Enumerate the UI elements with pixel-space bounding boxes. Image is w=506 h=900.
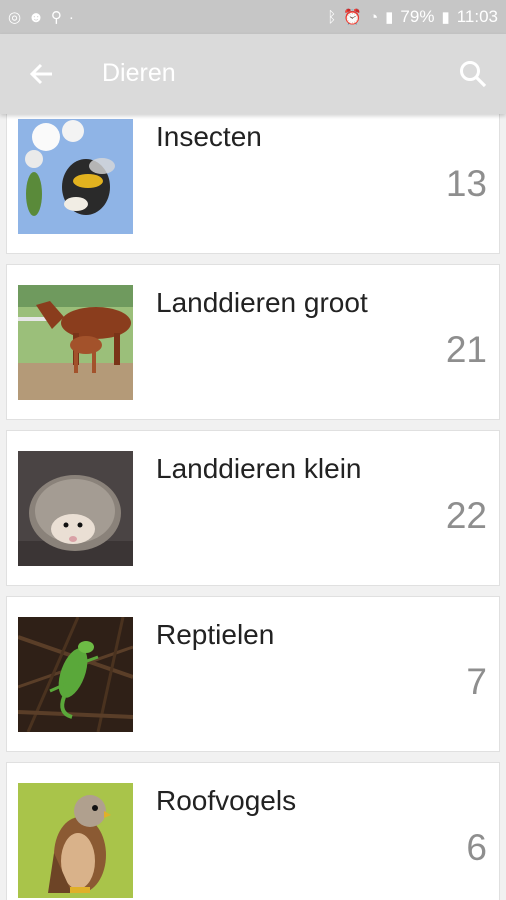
category-count: 6 — [466, 827, 487, 868]
category-count: 22 — [445, 495, 487, 536]
category-name: Roofvogels — [156, 785, 297, 816]
status-bar: ◎ ☻ ⚲ · ᛒ ⏰ ◔ ▮ 79% ▮ 11:03 — [0, 0, 506, 34]
category-name: Landdieren klein — [156, 453, 362, 484]
arrow-left-icon — [29, 63, 52, 85]
category-card-insecten[interactable]: Insecten 13 — [6, 114, 500, 254]
battery-icon: ▮ — [441, 8, 450, 26]
category-count: 7 — [466, 661, 487, 702]
category-card-landdieren-klein[interactable]: Landdieren klein 22 — [6, 430, 500, 586]
app-bar: Dieren — [0, 34, 506, 114]
category-card-landdieren-groot[interactable]: Landdieren groot 21 — [6, 264, 500, 420]
battery-percent: 79% — [400, 7, 435, 26]
category-thumbnail-chameleon — [18, 617, 133, 732]
status-right-icons: ᛒ ⏰ ◔ ▮ 79% ▮ 11:03 — [327, 7, 498, 27]
back-button[interactable] — [24, 56, 60, 92]
category-thumbnail-bee — [18, 119, 133, 234]
category-name: Insecten — [156, 121, 262, 152]
category-card-reptielen[interactable]: Reptielen 7 — [6, 596, 500, 752]
category-thumbnail-hedgehog — [18, 451, 133, 566]
wifi-icon: ◔ — [369, 8, 379, 26]
status-left-icons: ◎ ☻ ⚲ · — [8, 10, 74, 25]
signal-icon: ▮ — [385, 8, 394, 26]
category-list: Insecten 13 Landdieren groot 21 Landdier… — [0, 114, 506, 900]
bluetooth-icon: ᛒ — [327, 8, 337, 26]
alarm-icon: ⏰ — [343, 8, 363, 26]
settings-circle-icon: ◎ — [8, 8, 22, 26]
clock: 11:03 — [456, 7, 498, 26]
category-name: Landdieren groot — [156, 287, 368, 318]
category-count: 13 — [445, 163, 487, 204]
smile-icon: ☻ — [28, 8, 44, 26]
category-thumbnail-kestrel — [18, 783, 133, 898]
search-icon — [460, 61, 487, 88]
category-card-roofvogels[interactable]: Roofvogels 6 — [6, 762, 500, 900]
page-title: Dieren — [102, 59, 176, 87]
category-thumbnail-horses — [18, 285, 133, 400]
category-count: 21 — [445, 329, 487, 370]
dot-icon: · — [68, 8, 74, 26]
search-button[interactable] — [457, 58, 489, 90]
pin-icon: ⚲ — [50, 8, 62, 26]
category-name: Reptielen — [156, 619, 275, 650]
